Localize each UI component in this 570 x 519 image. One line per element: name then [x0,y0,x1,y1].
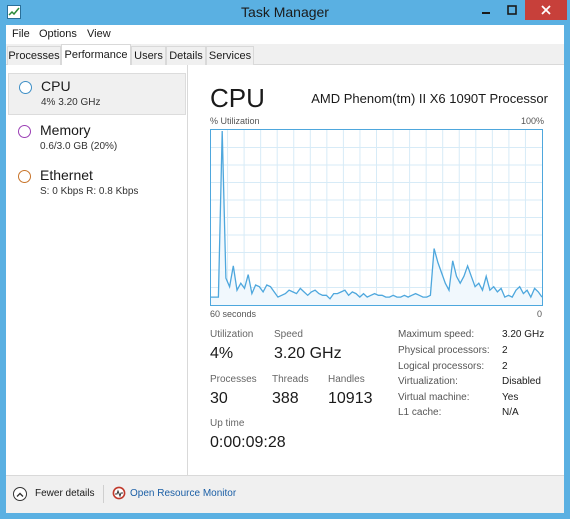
minimize-icon [482,12,490,14]
minimize-button[interactable] [473,0,499,20]
spec-value: 3.20 GHz [502,329,545,340]
memory-ring-icon [18,125,31,138]
menu-bar: File Options View [6,25,564,44]
sidebar-item-ethernet[interactable]: Ethernet S: 0 Kbps R: 0.8 Kbps [8,163,186,205]
spec-label: Physical processors: [398,345,490,356]
spec-value: N/A [502,407,519,418]
cpu-detail: CPU AMD Phenom(tm) II X6 1090T Processor… [210,65,548,475]
maximize-button[interactable] [499,0,525,20]
sidebar-item-title: CPU [41,78,71,94]
utilization-value: 4% [210,345,234,362]
resource-sidebar: CPU 4% 3.20 GHz Memory 0.6/3.0 GB (20%) … [6,65,188,475]
resource-monitor-icon[interactable] [112,486,126,500]
chevron-up-icon [16,492,24,497]
spec-label: Virtualization: [398,376,458,387]
task-manager-window: Task Manager File Options View Processes… [0,0,570,519]
page-title: CPU [210,83,265,113]
sidebar-item-subtitle: 4% 3.20 GHz [41,97,101,108]
menu-view[interactable]: View [87,28,111,40]
tab-details[interactable]: Details [166,46,206,65]
performance-panel: CPU 4% 3.20 GHz Memory 0.6/3.0 GB (20%) … [6,65,564,475]
footer-divider [103,485,104,503]
menu-options[interactable]: Options [39,28,77,40]
title-bar[interactable]: Task Manager [0,0,570,25]
sidebar-item-title: Ethernet [40,167,93,183]
spec-label: L1 cache: [398,407,442,418]
footer-bar: Fewer details Open Resource Monitor [6,475,564,513]
spec-value: 2 [502,361,508,372]
cpu-utilization-graph [210,129,543,306]
graph-y-label: % Utilization [210,116,260,126]
spec-label: Maximum speed: [398,329,475,340]
sidebar-item-title: Memory [40,122,91,138]
spec-label: Logical processors: [398,361,485,372]
close-icon [541,5,551,15]
tab-services[interactable]: Services [206,46,254,65]
maximize-icon [507,5,517,15]
processes-value: 30 [210,390,228,407]
spec-label: Virtual machine: [398,392,470,403]
processor-name: AMD Phenom(tm) II X6 1090T Processor [311,91,548,106]
uptime-label: Up time [210,418,245,429]
cpu-ring-icon [19,81,32,94]
handles-value: 10913 [328,390,373,407]
sidebar-item-subtitle: 0.6/3.0 GB (20%) [40,141,118,152]
spec-value: 2 [502,345,508,356]
close-button[interactable] [525,0,567,20]
speed-value: 3.20 GHz [274,345,342,362]
cpu-graph-svg [211,130,542,305]
tab-strip: Processes Performance Users Details Serv… [6,44,564,66]
fewer-details-button[interactable]: Fewer details [35,488,94,499]
graph-y-max-label: 100% [520,116,544,126]
handles-label: Handles [328,374,365,385]
ethernet-ring-icon [18,170,31,183]
graph-x-start-label: 60 seconds [210,309,257,319]
sidebar-item-subtitle: S: 0 Kbps R: 0.8 Kbps [40,186,139,197]
tab-processes[interactable]: Processes [7,46,61,65]
sidebar-item-cpu[interactable]: CPU 4% 3.20 GHz [8,73,186,115]
tab-performance[interactable]: Performance [61,44,131,66]
processes-label: Processes [210,374,257,385]
speed-label: Speed [274,329,303,340]
spec-value: Disabled [502,376,541,387]
uptime-value: 0:00:09:28 [210,434,286,451]
graph-x-end-label: 0 [536,309,542,319]
threads-label: Threads [272,374,309,385]
menu-file[interactable]: File [12,28,30,40]
spec-value: Yes [502,392,519,403]
collapse-chevron-icon[interactable] [13,487,27,501]
tab-users[interactable]: Users [131,46,166,65]
open-resource-monitor-link[interactable]: Open Resource Monitor [130,488,236,499]
threads-value: 388 [272,390,299,407]
sidebar-item-memory[interactable]: Memory 0.6/3.0 GB (20%) [8,118,186,160]
utilization-label: Utilization [210,329,254,340]
